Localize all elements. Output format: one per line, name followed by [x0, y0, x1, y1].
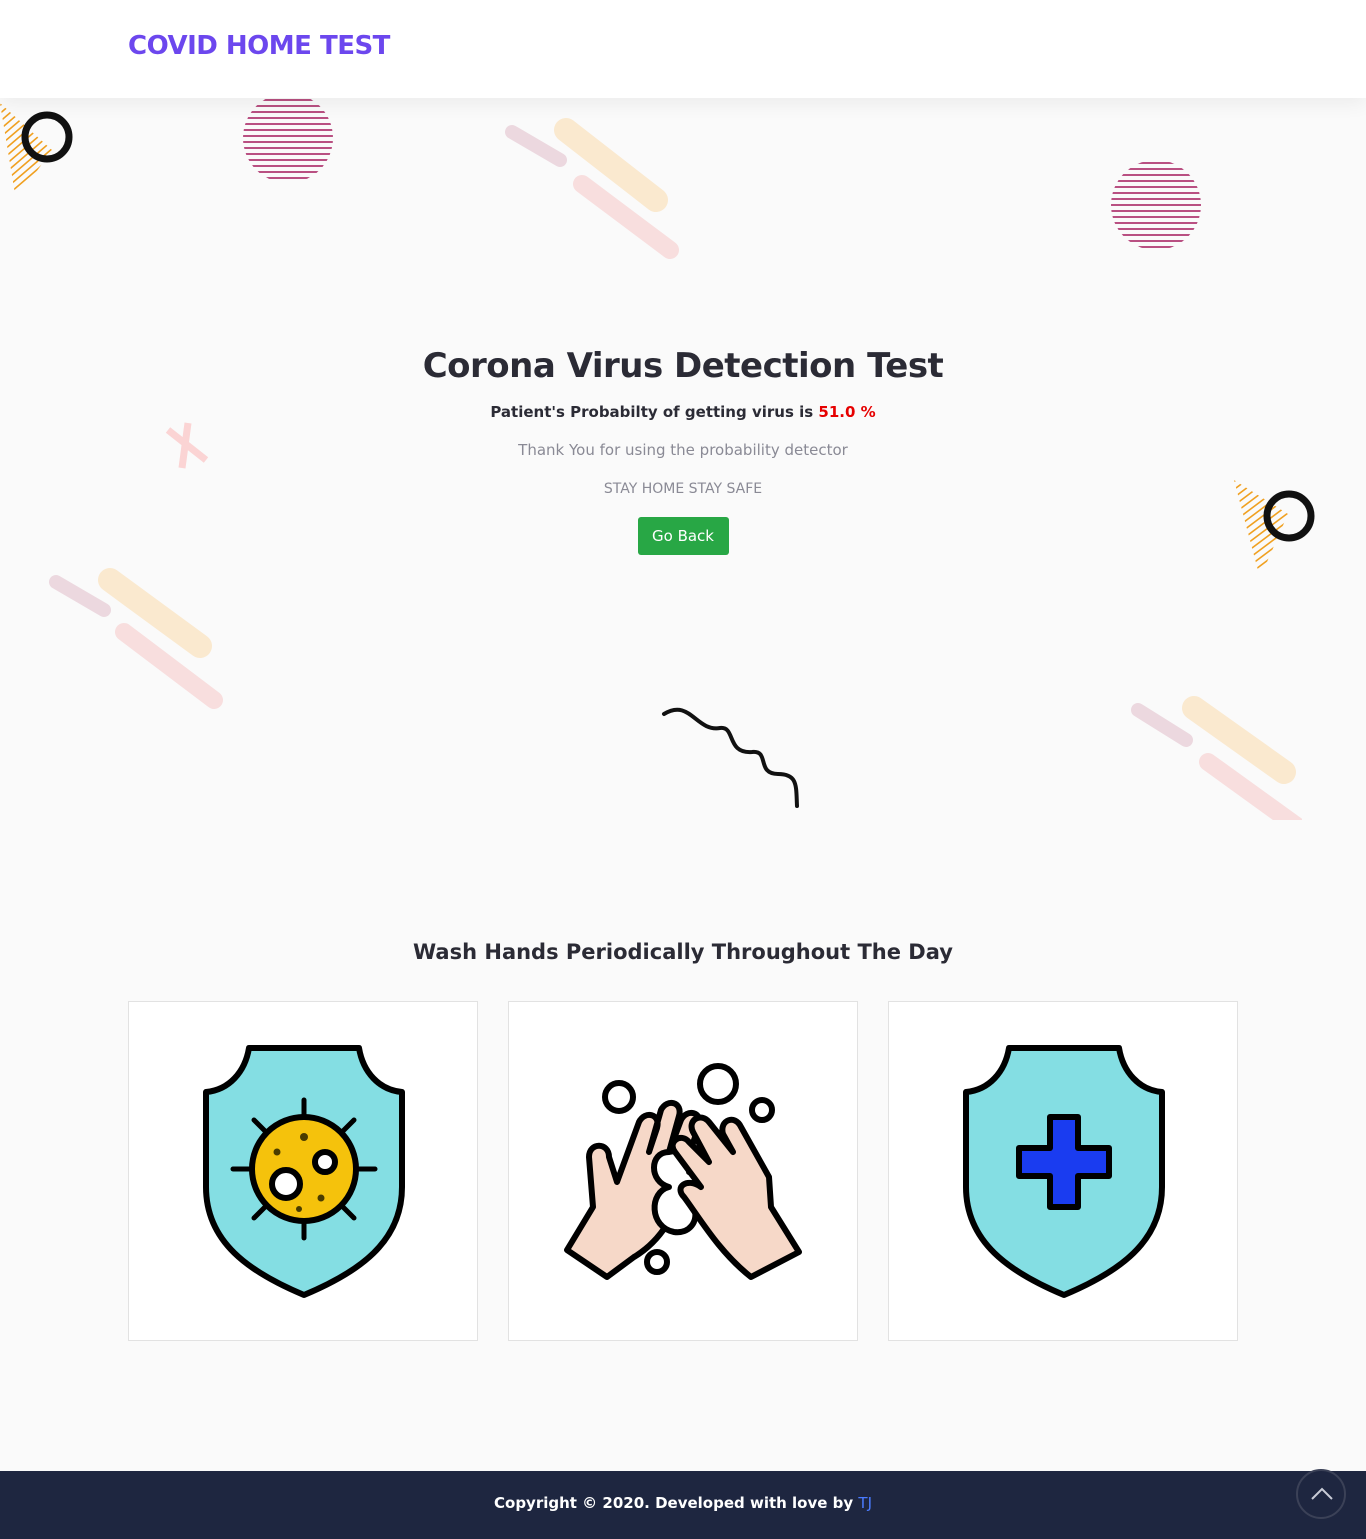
footer: Copyright © 2020. Developed with love by…	[0, 1471, 1366, 1539]
scroll-to-top-button[interactable]	[1296, 1469, 1346, 1519]
author-link[interactable]: TJ	[858, 1494, 872, 1512]
go-back-button[interactable]: Go Back	[637, 517, 729, 555]
pastel-stripes-icon	[505, 118, 679, 259]
copyright-label: Copyright © 2020. Developed with love by	[494, 1494, 854, 1512]
slogan-text: STAY HOME STAY SAFE	[603, 481, 763, 497]
card-medical-shield	[888, 1001, 1238, 1341]
copyright-text: Copyright © 2020. Developed with love by…	[0, 1494, 1366, 1512]
probability-value: 51.0 %	[818, 403, 876, 421]
virus-shield-icon	[203, 1045, 405, 1298]
striped-circle-icon	[1111, 162, 1201, 248]
striped-triangle-icon	[0, 103, 73, 200]
thanks-message: Thank You for using the probability dete…	[518, 441, 848, 459]
chevron-up-icon	[1311, 1487, 1333, 1500]
washing-hands-icon	[564, 1063, 802, 1280]
result-section: Corona Virus Detection Test Patient's Pr…	[0, 340, 1366, 555]
navbar: COVID HOME TEST	[0, 0, 1366, 98]
squiggle-line-icon	[662, 707, 799, 808]
section-title: Wash Hands Periodically Throughout The D…	[413, 940, 953, 964]
striped-circle-icon	[243, 99, 333, 179]
probability-label: Patient's Probabilty of getting virus is	[490, 403, 814, 421]
medical-shield-icon	[963, 1045, 1165, 1298]
brand-logo-link[interactable]: COVID HOME TEST	[128, 31, 390, 61]
pastel-stripes-icon	[49, 568, 223, 709]
pastel-stripes-icon	[1131, 696, 1302, 820]
page-title: Corona Virus Detection Test	[422, 346, 944, 386]
card-virus-shield	[128, 1001, 478, 1341]
card-washing-hands	[508, 1001, 858, 1341]
probability-line: Patient's Probabilty of getting virus is…	[0, 403, 1366, 421]
